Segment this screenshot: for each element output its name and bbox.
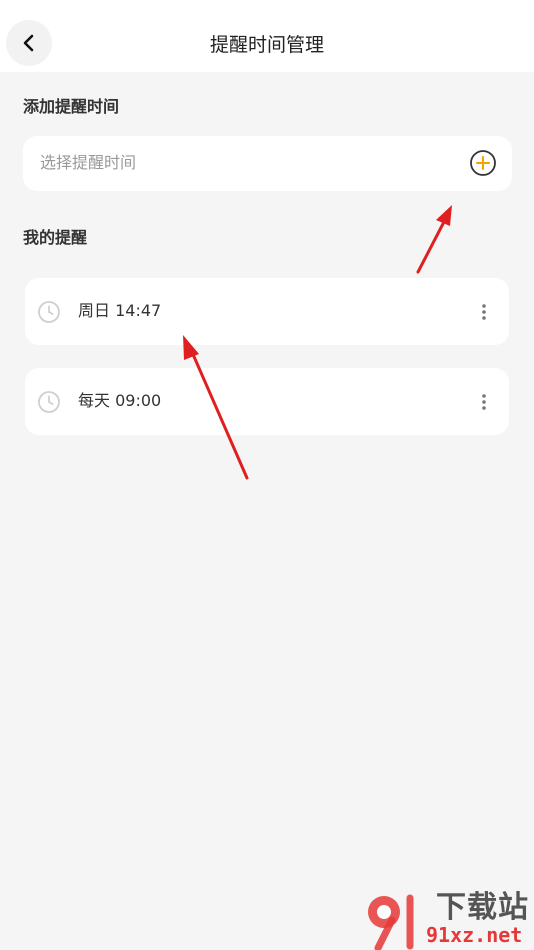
watermark-91-mark [368, 894, 414, 950]
clock-icon [38, 301, 60, 323]
more-vertical-icon[interactable] [477, 390, 491, 414]
watermark-text: 下载站 [436, 890, 529, 925]
add-section-label: 添加提醒时间 [23, 97, 120, 116]
reminder-time-picker[interactable]: 选择提醒时间 [23, 136, 512, 191]
reminder-time: 周日 14:47 [78, 301, 162, 320]
my-reminders-label: 我的提醒 [23, 228, 88, 247]
watermark-url: 91xz.net [426, 923, 523, 947]
time-picker-placeholder: 选择提醒时间 [40, 153, 137, 172]
clock-icon [38, 391, 60, 413]
top-bar: 提醒时间管理 [0, 0, 534, 72]
reminder-item[interactable]: 每天 09:00 [25, 368, 509, 435]
watermark-logo: 下载站 91xz.net [362, 890, 534, 950]
reminder-item[interactable]: 周日 14:47 [25, 278, 509, 345]
page-title: 提醒时间管理 [209, 34, 324, 56]
annotation-arrow-add [416, 205, 452, 274]
reminder-time: 每天 09:00 [78, 391, 162, 410]
more-vertical-icon[interactable] [477, 300, 491, 324]
plus-circle-icon[interactable] [469, 149, 497, 177]
